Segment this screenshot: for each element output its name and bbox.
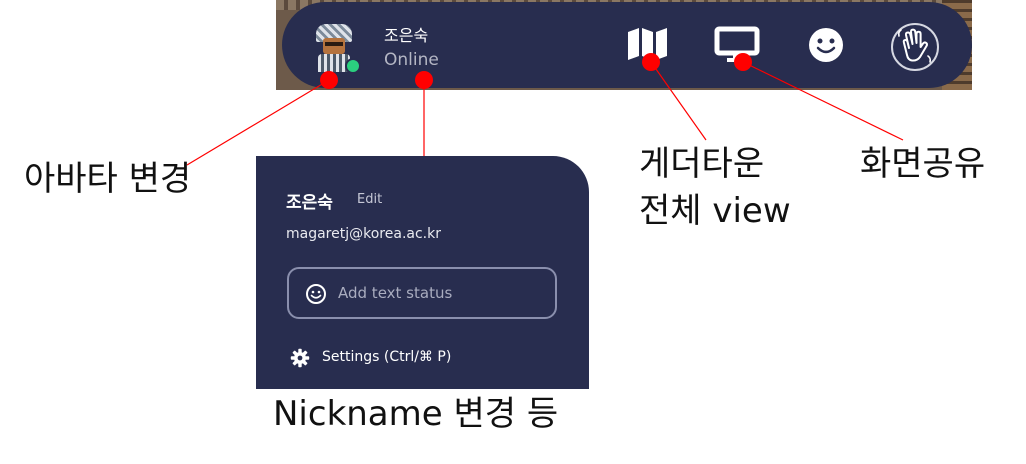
- annotation-nickname: Nickname 변경 등: [273, 394, 559, 434]
- annotation-screen-share: 화면공유: [860, 144, 986, 184]
- settings-link[interactable]: Settings (Ctrl/⌘ P): [322, 349, 451, 365]
- profile-name: 조은숙: [286, 193, 333, 213]
- marker-screen: [734, 53, 752, 71]
- profile-email: magaretj@korea.ac.kr: [286, 226, 441, 242]
- annotation-map-line1: 게더타운: [639, 144, 765, 184]
- callout-line-avatar: [186, 79, 330, 166]
- marker-nickname: [415, 71, 433, 89]
- callout-line-screen: [742, 61, 904, 141]
- callout-line-map: [650, 61, 707, 141]
- text-status-placeholder: Add text status: [338, 284, 453, 302]
- annotation-avatar: 아바타 변경: [24, 159, 192, 199]
- marker-avatar: [320, 71, 338, 89]
- gear-icon[interactable]: [290, 348, 310, 368]
- annotation-map-line2: 전체 view: [639, 191, 791, 231]
- smile-icon[interactable]: [305, 283, 327, 305]
- marker-map: [642, 53, 660, 71]
- edit-name-link[interactable]: Edit: [357, 192, 382, 207]
